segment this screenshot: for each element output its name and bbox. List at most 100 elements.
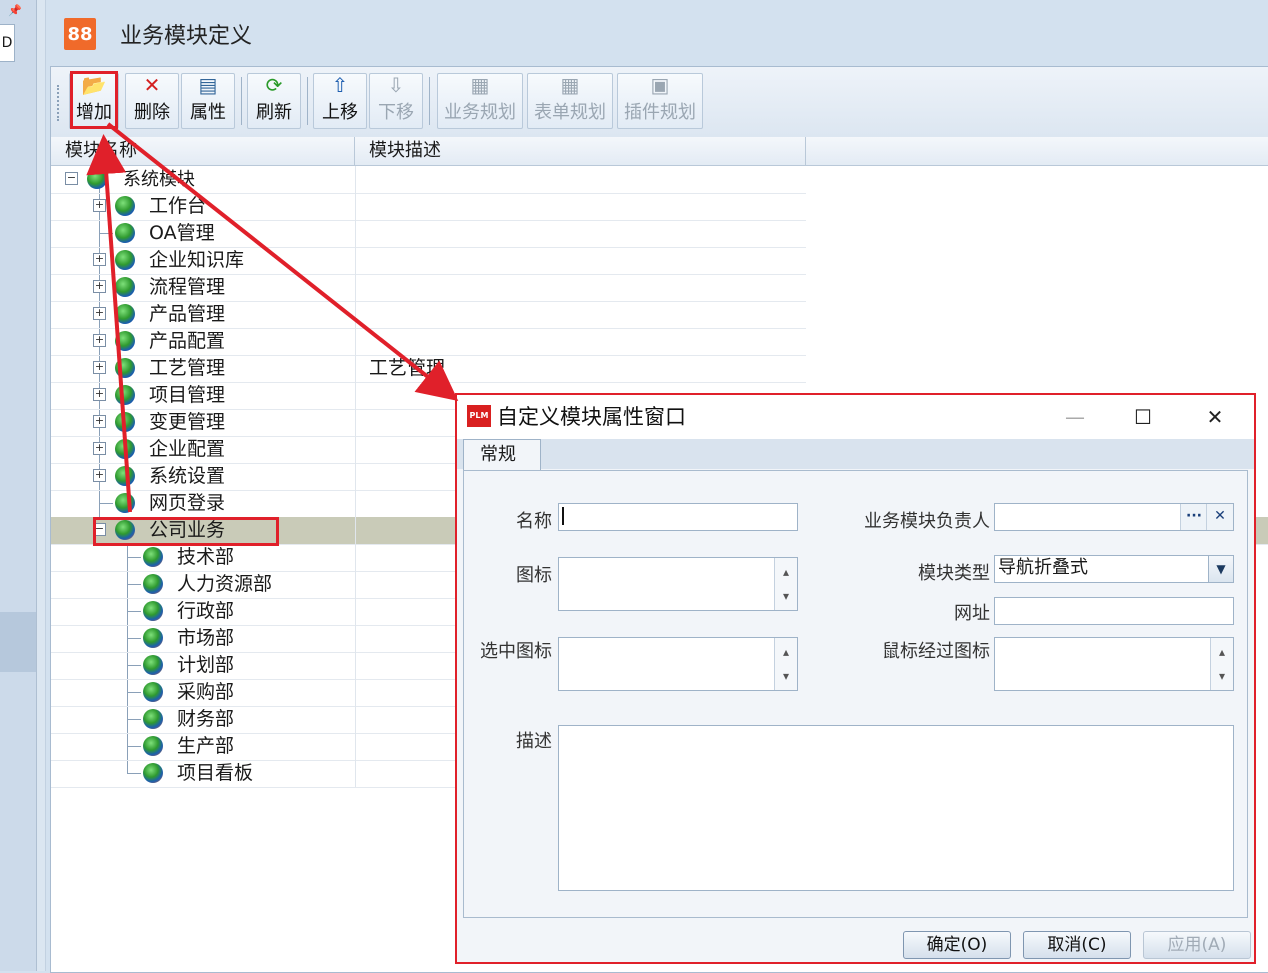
- tree-label: 工艺管理: [149, 357, 226, 379]
- tree-desc: 工艺管理: [369, 357, 446, 379]
- expand-icon[interactable]: +: [93, 388, 106, 401]
- tree-row[interactable]: + 企业知识库: [51, 247, 806, 275]
- general-tab-panel: 名称 图标 ▴ ▾ 选中图标 ▴ ▾ 描述 业务模块负责人 ··· ✕ 模块类型 导…: [463, 470, 1248, 918]
- expand-icon[interactable]: +: [93, 307, 106, 320]
- tree-row[interactable]: + 工作台: [51, 193, 806, 221]
- annotation-box-add: [70, 71, 118, 129]
- dock-selected-item[interactable]: [0, 612, 36, 672]
- tree-row[interactable]: + 流程管理: [51, 274, 806, 302]
- splitter[interactable]: [37, 0, 46, 971]
- tree-connector: [127, 773, 141, 774]
- globe-icon: [115, 358, 135, 378]
- tree-label: 计划部: [177, 654, 235, 676]
- properties-icon: ▤: [198, 73, 218, 97]
- spinner-icon[interactable]: ▴ ▾: [1210, 638, 1233, 690]
- url-label: 网址: [954, 603, 990, 624]
- refresh-icon: ⟳: [265, 73, 283, 97]
- globe-user-icon: [143, 628, 163, 648]
- selected-icon-input[interactable]: ▴ ▾: [558, 637, 798, 691]
- globe-icon: [115, 277, 135, 297]
- spinner-icon[interactable]: ▴ ▾: [774, 558, 797, 610]
- expand-icon[interactable]: +: [93, 442, 106, 455]
- expand-icon[interactable]: +: [93, 334, 106, 347]
- form-plan-button[interactable]: ▦ 表单规划: [527, 73, 613, 129]
- pin-icon[interactable]: 📌: [8, 4, 22, 17]
- chevron-down-icon[interactable]: ▼: [1208, 556, 1233, 582]
- move-up-button[interactable]: ⇧ 上移: [313, 73, 367, 129]
- expand-icon[interactable]: +: [93, 280, 106, 293]
- business-plan-icon: ▦: [470, 73, 490, 97]
- name-input[interactable]: [558, 503, 798, 531]
- tree-grid-header: 模块名称 模块描述: [51, 137, 1268, 166]
- tree-row[interactable]: + 工艺管理 工艺管理: [51, 355, 806, 383]
- tree-label: 企业知识库: [149, 249, 245, 271]
- dialog-title: 自定义模块属性窗口: [497, 405, 686, 429]
- expand-icon[interactable]: +: [93, 469, 106, 482]
- maximize-icon[interactable]: ☐: [1113, 395, 1173, 439]
- desc-textarea[interactable]: [558, 725, 1234, 891]
- column-header-name[interactable]: 模块名称: [51, 137, 355, 165]
- hover-icon-label: 鼠标经过图标: [882, 641, 990, 662]
- expand-icon[interactable]: +: [93, 253, 106, 266]
- tree-label: 市场部: [177, 627, 235, 649]
- column-divider: [355, 679, 356, 706]
- column-header-desc[interactable]: 模块描述: [355, 137, 806, 165]
- expand-icon[interactable]: +: [93, 199, 106, 212]
- globe-icon: [115, 196, 135, 216]
- toolbar-grip[interactable]: [57, 85, 63, 121]
- globe-user-icon: [143, 763, 163, 783]
- tree-label: 系统模块: [123, 169, 195, 190]
- apply-button[interactable]: 应用(A): [1143, 931, 1251, 959]
- tree-row[interactable]: + 产品管理: [51, 301, 806, 329]
- form-plan-label: 表单规划: [534, 102, 606, 123]
- page-header: 88 业务模块定义: [64, 18, 252, 50]
- refresh-button[interactable]: ⟳ 刷新: [247, 73, 301, 129]
- collapse-icon[interactable]: −: [65, 172, 78, 185]
- properties-button[interactable]: ▤ 属性: [181, 73, 235, 129]
- globe-icon: [115, 304, 135, 324]
- column-divider: [355, 274, 356, 301]
- dialog-titlebar[interactable]: PLM 自定义模块属性窗口 — ☐ ✕: [457, 395, 1254, 439]
- tree-row-root[interactable]: − 系统模块: [51, 166, 806, 194]
- delete-label: 删除: [134, 102, 170, 123]
- tree-connector: [127, 611, 141, 612]
- module-property-dialog: PLM 自定义模块属性窗口 — ☐ ✕ 常规 名称 图标 ▴ ▾ 选中图标 ▴ ▾ …: [455, 393, 1256, 964]
- column-divider: [355, 490, 356, 517]
- clear-icon[interactable]: ✕: [1206, 504, 1233, 530]
- browse-button[interactable]: ···: [1180, 504, 1207, 530]
- spinner-icon[interactable]: ▴ ▾: [774, 638, 797, 690]
- toolbar-separator: [307, 77, 308, 125]
- close-icon[interactable]: ✕: [1185, 395, 1245, 439]
- annotation-box-company: [93, 517, 279, 546]
- plugin-plan-icon: ▣: [650, 73, 670, 97]
- tab-general[interactable]: 常规: [463, 439, 541, 471]
- ok-button[interactable]: 确定(O): [903, 931, 1011, 959]
- type-select[interactable]: 导航折叠式 ▼: [994, 555, 1234, 583]
- column-divider: [355, 652, 356, 679]
- module-app-icon: 88: [64, 18, 96, 50]
- tree-connector: [127, 719, 141, 720]
- minimize-icon[interactable]: —: [1045, 395, 1105, 439]
- globe-icon: [87, 169, 107, 189]
- icon-input[interactable]: ▴ ▾: [558, 557, 798, 611]
- expand-icon[interactable]: +: [93, 361, 106, 374]
- tree-row[interactable]: + 产品配置: [51, 328, 806, 356]
- plugin-plan-button[interactable]: ▣ 插件规划: [617, 73, 703, 129]
- globe-user-icon: [143, 736, 163, 756]
- tree-label: 采购部: [177, 681, 235, 703]
- expand-icon[interactable]: +: [93, 415, 106, 428]
- owner-input[interactable]: ··· ✕: [994, 503, 1234, 531]
- tree-row[interactable]: OA管理: [51, 220, 806, 248]
- column-divider: [355, 571, 356, 598]
- url-input[interactable]: [994, 597, 1234, 625]
- move-down-button[interactable]: ⇩ 下移: [369, 73, 423, 129]
- business-plan-button[interactable]: ▦ 业务规划: [437, 73, 523, 129]
- cancel-button[interactable]: 取消(C): [1023, 931, 1131, 959]
- dock-tab[interactable]: D: [0, 24, 15, 62]
- hover-icon-input[interactable]: ▴ ▾: [994, 637, 1234, 691]
- delete-button[interactable]: ✕ 删除: [125, 73, 179, 129]
- column-divider: [355, 166, 356, 193]
- type-label: 模块类型: [918, 563, 990, 584]
- tree-label: 项目看板: [177, 762, 254, 784]
- tree-label: 流程管理: [149, 276, 226, 298]
